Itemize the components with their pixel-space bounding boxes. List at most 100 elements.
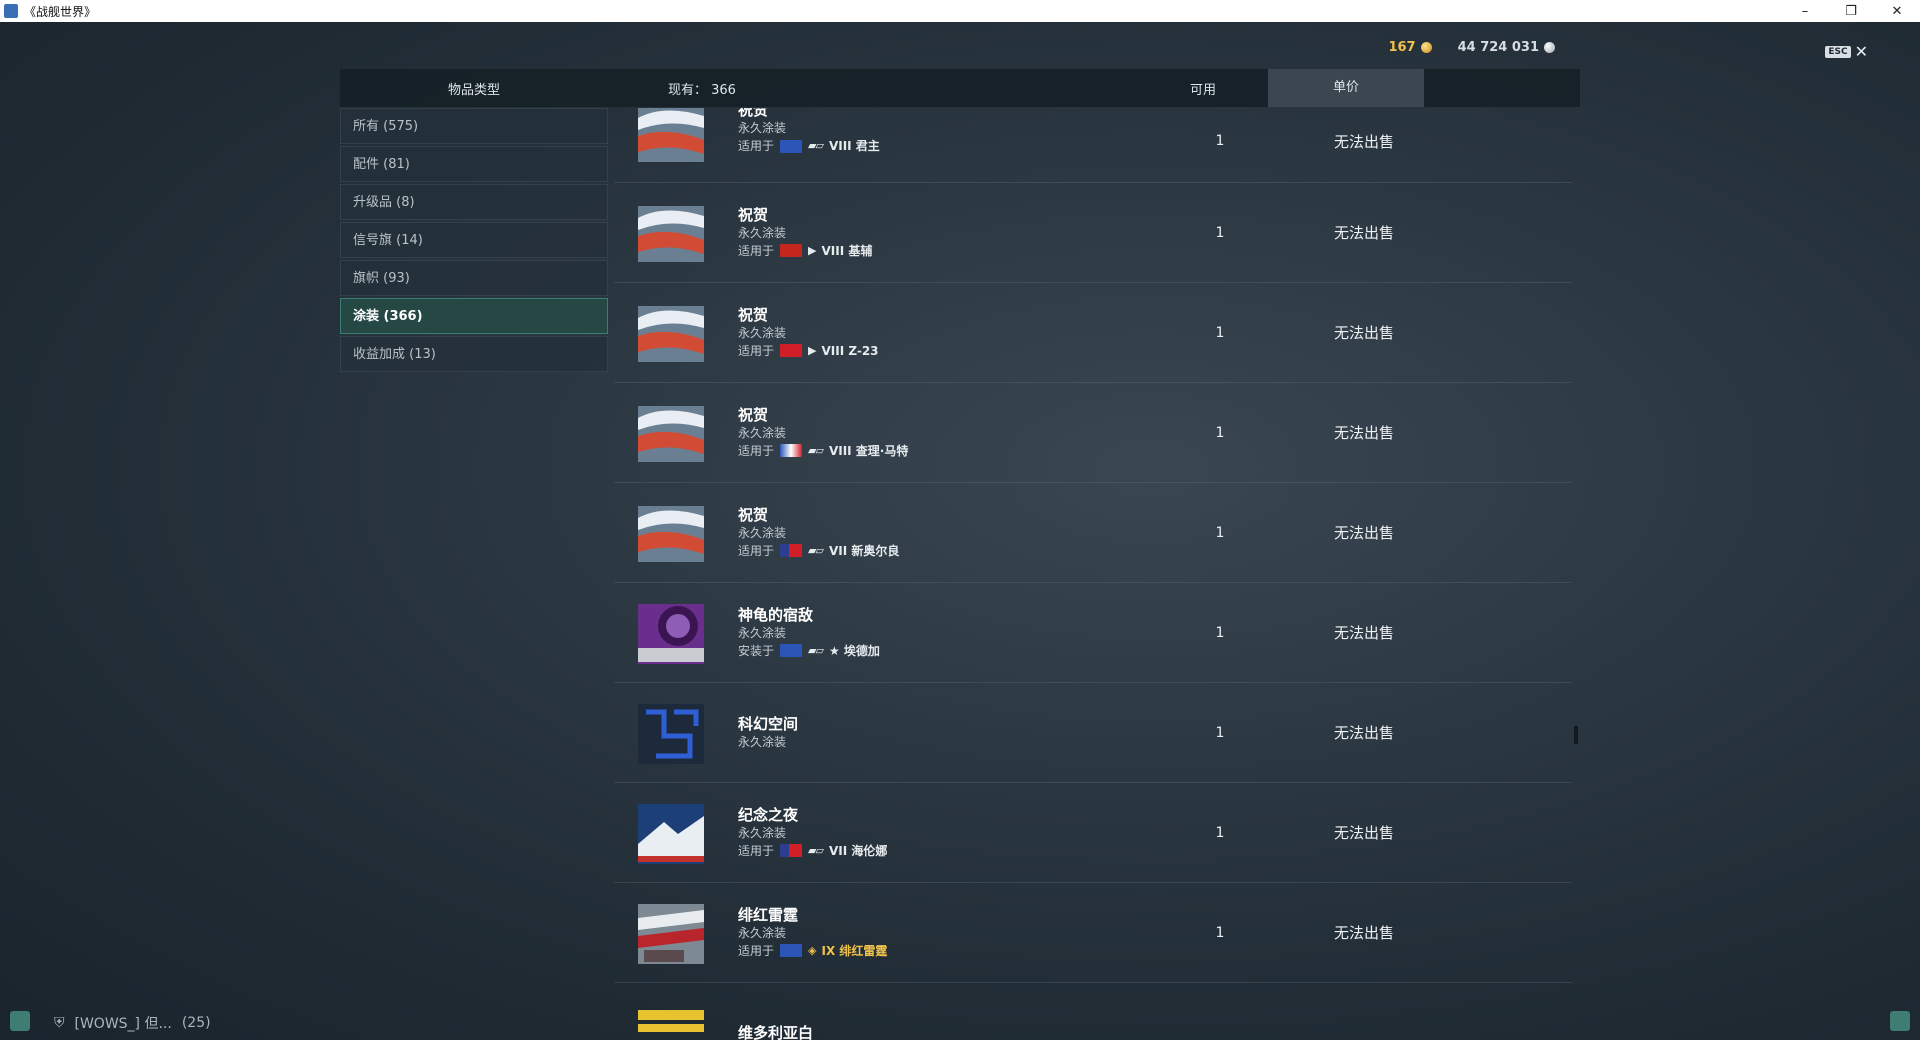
carrier-class-icon: ▰▱ [808, 443, 824, 457]
close-window-button[interactable]: ✕ [1874, 0, 1920, 22]
list-item[interactable]: 祝贺 永久涂装 适用于 ▶ VIII 基辅 1 无法出售 [614, 183, 1572, 283]
item-price: 无法出售 [1333, 224, 1394, 242]
item-available: 1 [1215, 324, 1225, 341]
item-type: 永久涂装 [738, 121, 787, 135]
minimize-button[interactable]: – [1782, 0, 1828, 22]
congrats-camo-icon [634, 108, 708, 170]
item-list[interactable]: 祝贺 永久涂装 适用于 ▰▱ VIII 君主 1 无法出售 祝贺 永久涂装 适用… [614, 108, 1572, 1040]
currency-bar: 167 44 724 031 [1388, 40, 1555, 55]
list-item[interactable]: 科幻空间 永久涂装 1 无法出售 [614, 683, 1572, 783]
list-item[interactable]: 祝贺 永久涂装 适用于 ▶ VIII Z-23 1 无法出售 [614, 283, 1572, 383]
item-price: 无法出售 [1333, 824, 1394, 842]
column-item-type: 物品类型 [447, 82, 500, 98]
item-available: 1 [1215, 524, 1225, 541]
congrats-camo-icon [634, 296, 708, 370]
victoria-white-camo-icon [634, 996, 708, 1040]
crimson-thunder-camo-icon [634, 896, 708, 970]
item-type: 永久涂装 [738, 525, 787, 540]
item-type: 永久涂装 [738, 925, 787, 940]
clan-chat-entry[interactable]: ⛨ [WOWS_] 但... (25) [54, 1013, 211, 1033]
france-flag-icon [780, 444, 803, 457]
item-name: 绯红雷霆 [738, 905, 799, 924]
item-name: 祝贺 [738, 108, 769, 119]
destroyer-class-icon: ▶ [808, 243, 817, 257]
credit-coin-icon [1544, 42, 1555, 53]
owned-count: 现有： 366 [668, 82, 736, 98]
fit-label: 安装于 [738, 643, 775, 658]
item-available: 1 [1215, 133, 1225, 149]
item-available: 1 [1215, 724, 1225, 741]
item-type: 永久涂装 [738, 825, 787, 840]
close-icon[interactable]: ✕ [1855, 42, 1868, 61]
ship-name: VII 海伦娜 [828, 843, 888, 858]
item-price: 无法出售 [1333, 424, 1394, 442]
fit-label: 适用于 [738, 943, 775, 958]
inventory-header: 物品类型 现有： 366 可用 单价 [340, 69, 1580, 107]
gold-coin-icon [1420, 42, 1432, 53]
category-all[interactable]: 所有 (575) [340, 108, 608, 144]
category-modules[interactable]: 配件 (81) [340, 146, 608, 182]
credit-balance: 44 724 031 [1458, 40, 1555, 55]
esc-close-button[interactable]: ESC ✕ [1825, 42, 1868, 61]
list-item[interactable]: 祝贺 永久涂装 适用于 ▰▱ VIII 查理·马特 1 无法出售 [614, 383, 1572, 483]
battleship-class-icon: ▰▱ [808, 139, 824, 152]
fit-label: 适用于 [738, 543, 775, 558]
list-item[interactable]: 神龟的宿敌 永久涂装 安装于 ▰▱ ★ 埃德加 1 无法出售 [614, 583, 1572, 683]
item-available: 1 [1215, 224, 1225, 241]
destroyer-class-icon: ▶ [808, 343, 817, 357]
list-item[interactable]: 纪念之夜 永久涂装 适用于 ▰▱ VII 海伦娜 1 无法出售 [614, 783, 1572, 883]
list-scrollbar[interactable] [1574, 726, 1578, 744]
cruiser-class-icon: ▰▱ [808, 643, 824, 657]
uk-flag-icon [780, 644, 803, 657]
usa-flag-icon [780, 544, 803, 557]
item-price: 无法出售 [1333, 132, 1394, 151]
window-title-bar: 《战舰世界》 – ❐ ✕ [0, 0, 1920, 22]
uk-flag-icon [780, 139, 803, 153]
category-flags[interactable]: 旗帜 (93) [340, 260, 608, 296]
item-type: 永久涂装 [738, 425, 787, 440]
shield-icon: ⛨ [54, 1015, 65, 1031]
column-unit-price[interactable]: 单价 [1268, 69, 1424, 107]
notification-bell-icon[interactable] [1890, 1011, 1910, 1031]
item-type: 永久涂装 [738, 734, 787, 749]
column-available[interactable]: 可用 [1138, 79, 1268, 98]
item-price: 无法出售 [1333, 524, 1394, 542]
ussr-flag-icon [780, 244, 803, 257]
ship-name: ★ 埃德加 [828, 643, 880, 658]
fit-label: 适用于 [738, 343, 775, 358]
item-name: 祝贺 [738, 205, 769, 224]
maximize-button[interactable]: ❐ [1828, 0, 1874, 22]
app-icon [4, 4, 18, 18]
clan-name: [WOWS_] 但... [74, 1016, 172, 1032]
cruiser-class-icon: ▰▱ [808, 843, 824, 857]
fit-label: 适用于 [738, 843, 775, 858]
usa-flag-icon [780, 844, 803, 857]
ship-name: VIII 君主 [828, 139, 880, 153]
category-signals[interactable]: 信号旗 (14) [340, 222, 608, 258]
gold-balance: 167 [1388, 40, 1432, 55]
special-ship-class-icon: ◈ [808, 943, 817, 957]
gold-amount: 167 [1388, 40, 1416, 55]
item-name: 科幻空间 [738, 714, 799, 733]
list-item[interactable]: 祝贺 永久涂装 适用于 ▰▱ VIII 君主 1 无法出售 [614, 108, 1572, 183]
esc-key-icon: ESC [1825, 45, 1851, 58]
ship-name: VIII Z-23 [821, 343, 879, 358]
list-item[interactable]: 绯红雷霆 永久涂装 适用于 ◈ IX 绯红雷霆 1 无法出售 [614, 883, 1572, 983]
item-available: 1 [1215, 424, 1225, 441]
item-type: 永久涂装 [738, 625, 787, 640]
list-item[interactable]: 祝贺 永久涂装 适用于 ▰▱ VII 新奥尔良 1 无法出售 [614, 483, 1572, 583]
category-upgrades[interactable]: 升级品 (8) [340, 184, 608, 220]
category-camouflage[interactable]: 涂装 (366) [340, 298, 608, 334]
fit-label: 适用于 [738, 243, 775, 258]
list-item[interactable]: 维多利亚白 [614, 983, 1572, 1040]
category-economic-bonuses[interactable]: 收益加成 (13) [340, 336, 608, 372]
ship-name: VIII 基辅 [821, 243, 873, 258]
ship-name: VII 新奥尔良 [828, 543, 900, 558]
cruiser-class-icon: ▰▱ [808, 543, 824, 557]
memorial-night-camo-icon [634, 796, 708, 870]
chat-icon[interactable] [10, 1011, 30, 1031]
window-title: 《战舰世界》 [24, 4, 97, 19]
item-type: 永久涂装 [738, 325, 787, 340]
item-available: 1 [1215, 824, 1225, 841]
item-price: 无法出售 [1333, 924, 1394, 942]
